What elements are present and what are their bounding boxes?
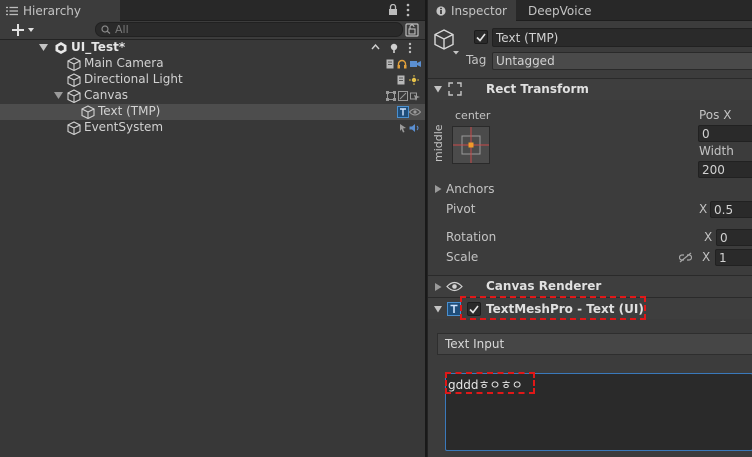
gameobject-cube-icon	[67, 89, 81, 103]
object-name: Text (TMP)	[496, 30, 559, 45]
scene-row[interactable]: UI_Test*	[0, 40, 425, 56]
anchor-v-label: middle	[432, 124, 445, 162]
active-checkbox[interactable]	[474, 30, 488, 44]
rotation-x-field[interactable]: 0	[716, 229, 752, 246]
info-icon	[436, 5, 446, 16]
anchor-presets-button[interactable]	[452, 126, 490, 164]
kebab-menu-icon[interactable]	[406, 3, 410, 17]
anchor-h-label: center	[455, 109, 491, 122]
gameobject-cube-icon	[67, 73, 81, 87]
highlight-box	[460, 296, 646, 320]
tag-label: Tag	[466, 53, 487, 67]
rect-transform-icon	[448, 82, 462, 96]
expand-arrow-icon[interactable]	[54, 92, 63, 100]
gameobject-cube-icon	[67, 121, 81, 135]
tab-inspector[interactable]: Inspector	[428, 0, 516, 21]
tab-deepvoice[interactable]: DeepVoice	[520, 0, 620, 21]
chevron-up-icon[interactable]	[371, 44, 380, 50]
pos-x-value: 0	[702, 126, 710, 141]
component-title: Canvas Renderer	[486, 279, 602, 293]
rect-transform-icon	[386, 91, 396, 101]
pos-x-label: Pos X	[699, 108, 732, 122]
event-system-icon	[398, 123, 408, 133]
scene-save-icon[interactable]	[389, 43, 399, 54]
add-icon[interactable]	[12, 23, 36, 37]
scale-x-label: X	[702, 250, 711, 264]
search-icon	[101, 25, 111, 34]
scene-visibility-icon[interactable]	[405, 23, 419, 37]
raycaster-icon	[410, 91, 420, 101]
component-title: Rect Transform	[486, 82, 589, 96]
pos-x-field[interactable]: 0	[698, 125, 752, 142]
object-name-field[interactable]: Text (TMP)	[492, 28, 752, 47]
tag-value: Untagged	[496, 54, 555, 68]
text-input-section: Text Input	[437, 333, 752, 355]
camera-icon	[410, 60, 421, 68]
text-input-label: Text Input	[445, 337, 505, 351]
list-icon	[6, 6, 18, 16]
inspector-panel: Inspector DeepVoice Text (TMP) Tag Untag…	[427, 0, 752, 457]
hierarchy-item-text-tmp[interactable]: Text (TMP)	[0, 104, 425, 120]
scale-x-value: 1	[719, 250, 727, 265]
audio-listener-icon	[397, 59, 407, 69]
constrain-proportions-icon[interactable]	[679, 252, 692, 263]
item-label: EventSystem	[84, 120, 164, 134]
hierarchy-search-input[interactable]: All	[95, 22, 403, 37]
rotation-x-label: X	[704, 230, 713, 244]
script-icon	[397, 75, 405, 85]
canvas-scaler-icon	[398, 91, 408, 101]
hierarchy-item-eventsystem[interactable]: EventSystem	[0, 120, 425, 136]
hierarchy-item-main-camera[interactable]: Main Camera	[0, 56, 425, 72]
gameobject-cube-icon[interactable]	[433, 28, 461, 56]
hierarchy-item-directional-light[interactable]: Directional Light	[0, 72, 425, 88]
item-label: Directional Light	[84, 72, 183, 86]
canvas-renderer-header[interactable]: Canvas Renderer	[428, 275, 752, 297]
pivot-x-field[interactable]: 0.5	[710, 201, 752, 218]
hierarchy-item-canvas[interactable]: Canvas	[0, 88, 425, 104]
rect-transform-header[interactable]: Rect Transform	[428, 78, 752, 100]
tag-dropdown[interactable]: Untagged	[492, 52, 752, 70]
width-label: Width	[699, 144, 734, 158]
tab-label: DeepVoice	[528, 3, 592, 18]
gameobject-cube-icon	[81, 105, 95, 119]
checkmark-icon	[476, 33, 486, 42]
input-module-icon	[409, 123, 420, 133]
collapse-arrow-icon[interactable]	[435, 283, 442, 291]
expand-arrow-icon[interactable]	[39, 44, 48, 52]
item-label: Text (TMP)	[98, 104, 161, 118]
gameobject-cube-icon	[67, 57, 81, 71]
eye-icon	[409, 108, 421, 116]
search-placeholder: All	[115, 23, 129, 36]
hierarchy-tab-label: Hierarchy	[23, 3, 82, 18]
item-label: Canvas	[84, 88, 129, 102]
anchors-label[interactable]: Anchors	[446, 182, 495, 196]
hierarchy-panel: Hierarchy All UI_Test* Main Camera Direc…	[0, 0, 425, 457]
eye-icon	[446, 281, 463, 292]
width-value: 200	[702, 162, 725, 177]
kebab-menu-icon[interactable]	[408, 42, 412, 54]
highlight-box	[445, 372, 535, 394]
pivot-x-value: 0.5	[714, 202, 734, 217]
textmeshpro-icon	[447, 302, 461, 316]
textmeshpro-icon	[397, 106, 409, 118]
scale-label: Scale	[446, 250, 479, 264]
width-field[interactable]: 200	[698, 161, 752, 178]
scale-x-field[interactable]: 1	[715, 249, 752, 266]
scene-name: UI_Test*	[71, 40, 126, 54]
unity-scene-icon	[54, 41, 68, 55]
rotation-x-value: 0	[720, 230, 728, 245]
light-icon	[409, 75, 419, 85]
expand-arrow-icon[interactable]	[434, 306, 442, 313]
expand-arrow-icon[interactable]	[434, 86, 442, 93]
tab-label: Inspector	[451, 3, 507, 18]
pivot-label: Pivot	[446, 202, 476, 216]
collapse-arrow-icon[interactable]	[435, 185, 442, 193]
item-label: Main Camera	[84, 56, 164, 70]
script-icon	[386, 59, 394, 69]
lock-icon[interactable]	[388, 4, 398, 16]
hierarchy-tab[interactable]: Hierarchy	[0, 0, 120, 21]
rotation-label: Rotation	[446, 230, 497, 244]
pivot-x-label: X	[699, 202, 708, 216]
